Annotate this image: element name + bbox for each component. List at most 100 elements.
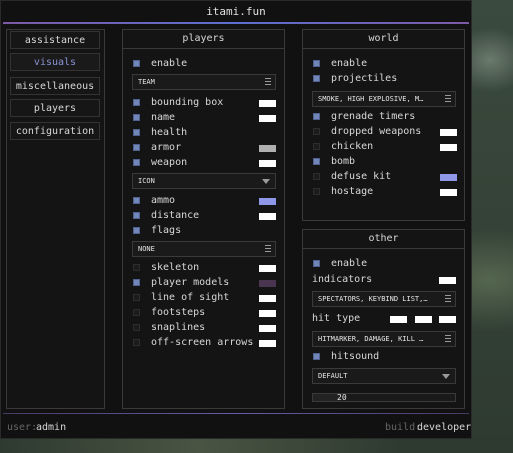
color-swatch[interactable]: [440, 144, 457, 151]
option-label: grenade timers: [331, 111, 416, 122]
option-label: distance: [151, 210, 200, 221]
option-checkbox[interactable]: [133, 294, 140, 301]
option-checkbox[interactable]: [133, 197, 140, 204]
option-checkbox[interactable]: [133, 339, 140, 346]
option-row[interactable]: armor: [133, 141, 283, 155]
sidebar-item-players[interactable]: players: [10, 99, 100, 117]
option-checkbox[interactable]: [133, 114, 140, 121]
footer-build: developer: [417, 422, 472, 433]
hit-type-row: hit type: [312, 312, 462, 326]
option-label: off-screen arrows: [151, 337, 254, 348]
option-row[interactable]: skeleton: [133, 261, 283, 275]
option-row[interactable]: projectiles: [313, 72, 463, 86]
option-row[interactable]: enable: [313, 57, 463, 71]
option-checkbox[interactable]: [133, 159, 140, 166]
option-row[interactable]: line of sight: [133, 291, 283, 305]
sound-select[interactable]: DEFAULT: [312, 368, 456, 384]
option-label: player models: [151, 277, 230, 288]
option-row[interactable]: health: [133, 126, 283, 140]
option-row[interactable]: flags: [133, 224, 283, 238]
option-checkbox[interactable]: [133, 144, 140, 151]
color-swatch[interactable]: [259, 280, 276, 287]
option-label: dropped weapons: [331, 126, 422, 137]
option-checkbox[interactable]: [313, 75, 320, 82]
option-checkbox[interactable]: [313, 128, 320, 135]
option-row[interactable]: dropped weapons: [313, 125, 463, 139]
color-swatch[interactable]: [440, 129, 457, 136]
option-row[interactable]: name: [133, 111, 283, 125]
option-row[interactable]: snaplines: [133, 321, 283, 335]
option-row[interactable]: chicken: [313, 140, 463, 154]
color-swatch[interactable]: [440, 189, 457, 196]
none-select[interactable]: NONE: [132, 241, 276, 257]
option-label: weapon: [151, 157, 188, 168]
option-checkbox[interactable]: [133, 309, 140, 316]
other-panel-title: other: [303, 230, 464, 249]
option-checkbox[interactable]: [133, 227, 140, 234]
color-swatch[interactable]: [259, 325, 276, 332]
team-select[interactable]: TEAM: [132, 74, 276, 90]
hitsound-row[interactable]: hitsound: [313, 350, 463, 364]
hitsound-checkbox[interactable]: [313, 353, 320, 360]
hitsound-volume-slider[interactable]: 20: [312, 393, 456, 402]
hit-color-swatch-1[interactable]: [390, 316, 407, 323]
option-row[interactable]: hostage: [313, 185, 463, 199]
other-enable-checkbox[interactable]: [313, 260, 320, 267]
option-checkbox[interactable]: [133, 129, 140, 136]
option-row[interactable]: defuse kit: [313, 170, 463, 184]
option-row[interactable]: bounding box: [133, 96, 283, 110]
players-panel: players enable TEAM bounding box name heal…: [122, 29, 285, 409]
option-checkbox[interactable]: [313, 60, 320, 67]
players-enable-checkbox[interactable]: [133, 60, 140, 67]
option-label: health: [151, 127, 188, 138]
option-checkbox[interactable]: [133, 324, 140, 331]
option-row[interactable]: weapon: [133, 156, 283, 170]
indicators-select[interactable]: SPECTATORS, KEYBIND LIST,…: [312, 291, 456, 307]
sidebar-item-configuration[interactable]: configuration: [10, 122, 100, 140]
color-swatch[interactable]: [259, 310, 276, 317]
color-swatch[interactable]: [259, 198, 276, 205]
option-label: skeleton: [151, 262, 200, 273]
hit-type-select[interactable]: HITMARKER, DAMAGE, KILL …: [312, 331, 456, 347]
color-swatch[interactable]: [259, 213, 276, 220]
hit-color-swatch-2[interactable]: [415, 316, 432, 323]
sidebar: assistance visuals miscellaneous players…: [6, 29, 105, 409]
option-checkbox[interactable]: [313, 188, 320, 195]
other-enable-row[interactable]: enable: [313, 257, 463, 271]
color-swatch[interactable]: [259, 145, 276, 152]
option-checkbox[interactable]: [313, 143, 320, 150]
color-swatch[interactable]: [259, 100, 276, 107]
option-row[interactable]: footsteps: [133, 306, 283, 320]
sidebar-item-assistance[interactable]: assistance: [10, 31, 100, 49]
players-enable-row[interactable]: enable: [133, 57, 283, 71]
option-row[interactable]: off-screen arrows: [133, 336, 283, 350]
color-swatch[interactable]: [259, 265, 276, 272]
projectiles-select[interactable]: SMOKE, HIGH EXPLOSIVE, M…: [312, 91, 456, 107]
option-row[interactable]: grenade timers: [313, 110, 463, 124]
sidebar-item-visuals[interactable]: visuals: [10, 53, 100, 71]
icon-select[interactable]: ICON: [132, 173, 276, 189]
option-checkbox[interactable]: [313, 173, 320, 180]
color-swatch[interactable]: [259, 295, 276, 302]
color-swatch[interactable]: [440, 174, 457, 181]
option-checkbox[interactable]: [133, 279, 140, 286]
sidebar-item-miscellaneous[interactable]: miscellaneous: [10, 77, 100, 95]
option-checkbox[interactable]: [133, 212, 140, 219]
hit-color-swatch-3[interactable]: [439, 316, 456, 323]
option-checkbox[interactable]: [133, 99, 140, 106]
option-checkbox[interactable]: [313, 113, 320, 120]
option-row[interactable]: bomb: [313, 155, 463, 169]
option-row[interactable]: distance: [133, 209, 283, 223]
indicators-select-value: SPECTATORS, KEYBIND LIST,…: [318, 295, 428, 303]
color-swatch[interactable]: [259, 160, 276, 167]
color-swatch[interactable]: [259, 115, 276, 122]
team-select-value: TEAM: [138, 78, 155, 86]
indicators-color-swatch[interactable]: [439, 277, 456, 284]
hit-type-select-value: HITMARKER, DAMAGE, KILL …: [318, 335, 424, 343]
option-checkbox[interactable]: [133, 264, 140, 271]
option-row[interactable]: ammo: [133, 194, 283, 208]
players-enable-label: enable: [151, 58, 188, 69]
option-row[interactable]: player models: [133, 276, 283, 290]
option-checkbox[interactable]: [313, 158, 320, 165]
color-swatch[interactable]: [259, 340, 276, 347]
